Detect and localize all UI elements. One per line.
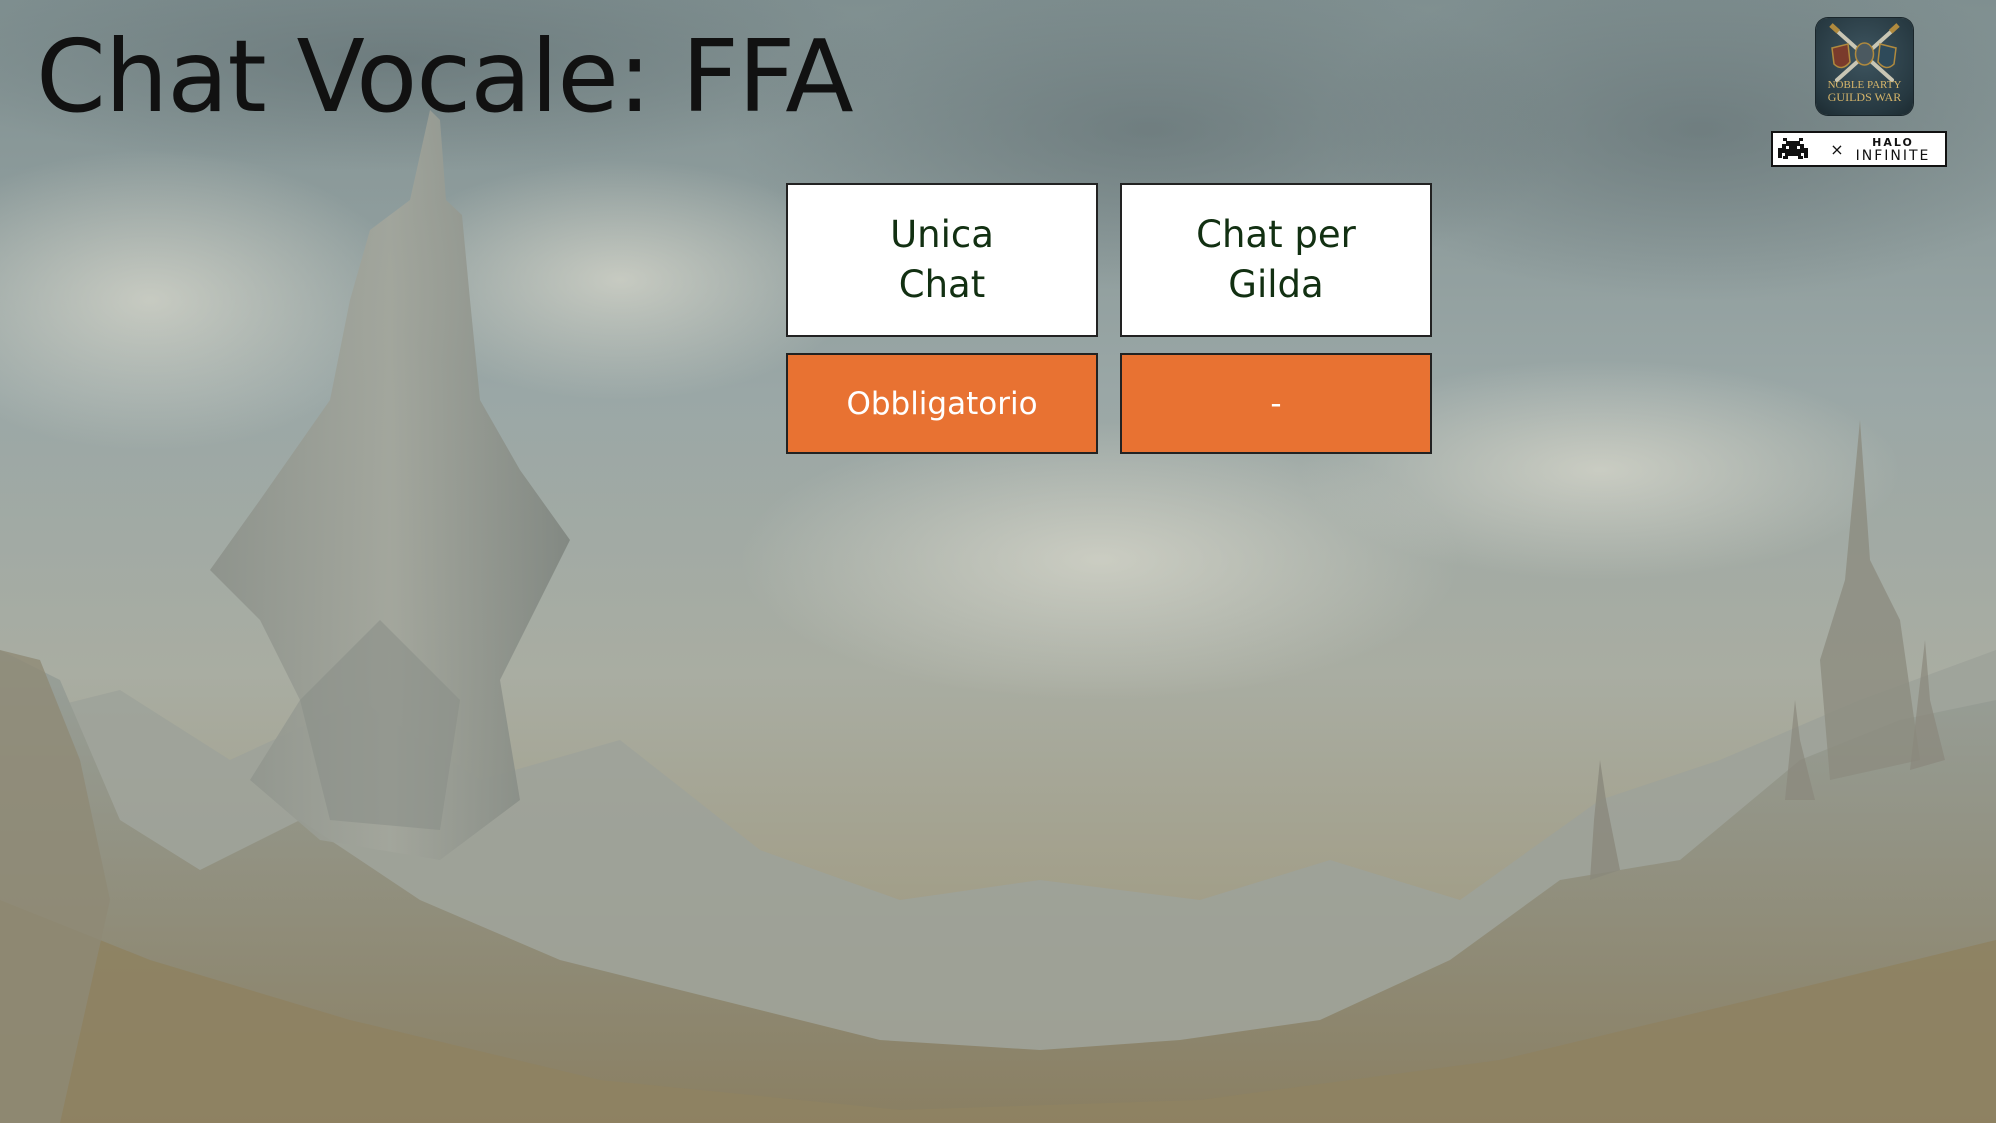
- option-header-line: Unica: [890, 213, 994, 256]
- voice-chat-options-table: Unica Chat Chat per Gilda Obbligatorio -: [786, 183, 1432, 454]
- background-landscape: [0, 0, 1996, 1123]
- page-title: Chat Vocale: FFA: [36, 18, 854, 135]
- halo-infinite-sponsor-logo: × HALO INFINITE: [1771, 131, 1947, 167]
- space-invader-icon: [1778, 138, 1808, 159]
- option-header-line: Gilda: [1228, 263, 1324, 306]
- slide: Chat Vocale: FFA Unica Chat Chat per Gil…: [0, 0, 1996, 1123]
- option-header-guild-chat: Chat per Gilda: [1120, 183, 1432, 337]
- sponsor-separator: ×: [1830, 140, 1843, 159]
- sponsor-bottom-text: INFINITE: [1856, 148, 1931, 164]
- option-header-line: Chat per: [1196, 213, 1356, 256]
- option-header-line: Chat: [898, 263, 986, 306]
- noble-party-guilds-war-logo: NOBLE PARTY GUILDS WAR: [1816, 18, 1913, 115]
- badge-text-line2: GUILDS WAR: [1828, 90, 1901, 104]
- option-header-single-chat: Unica Chat: [786, 183, 1098, 337]
- option-value-single-chat: Obbligatorio: [786, 353, 1098, 454]
- option-value-guild-chat: -: [1120, 353, 1432, 454]
